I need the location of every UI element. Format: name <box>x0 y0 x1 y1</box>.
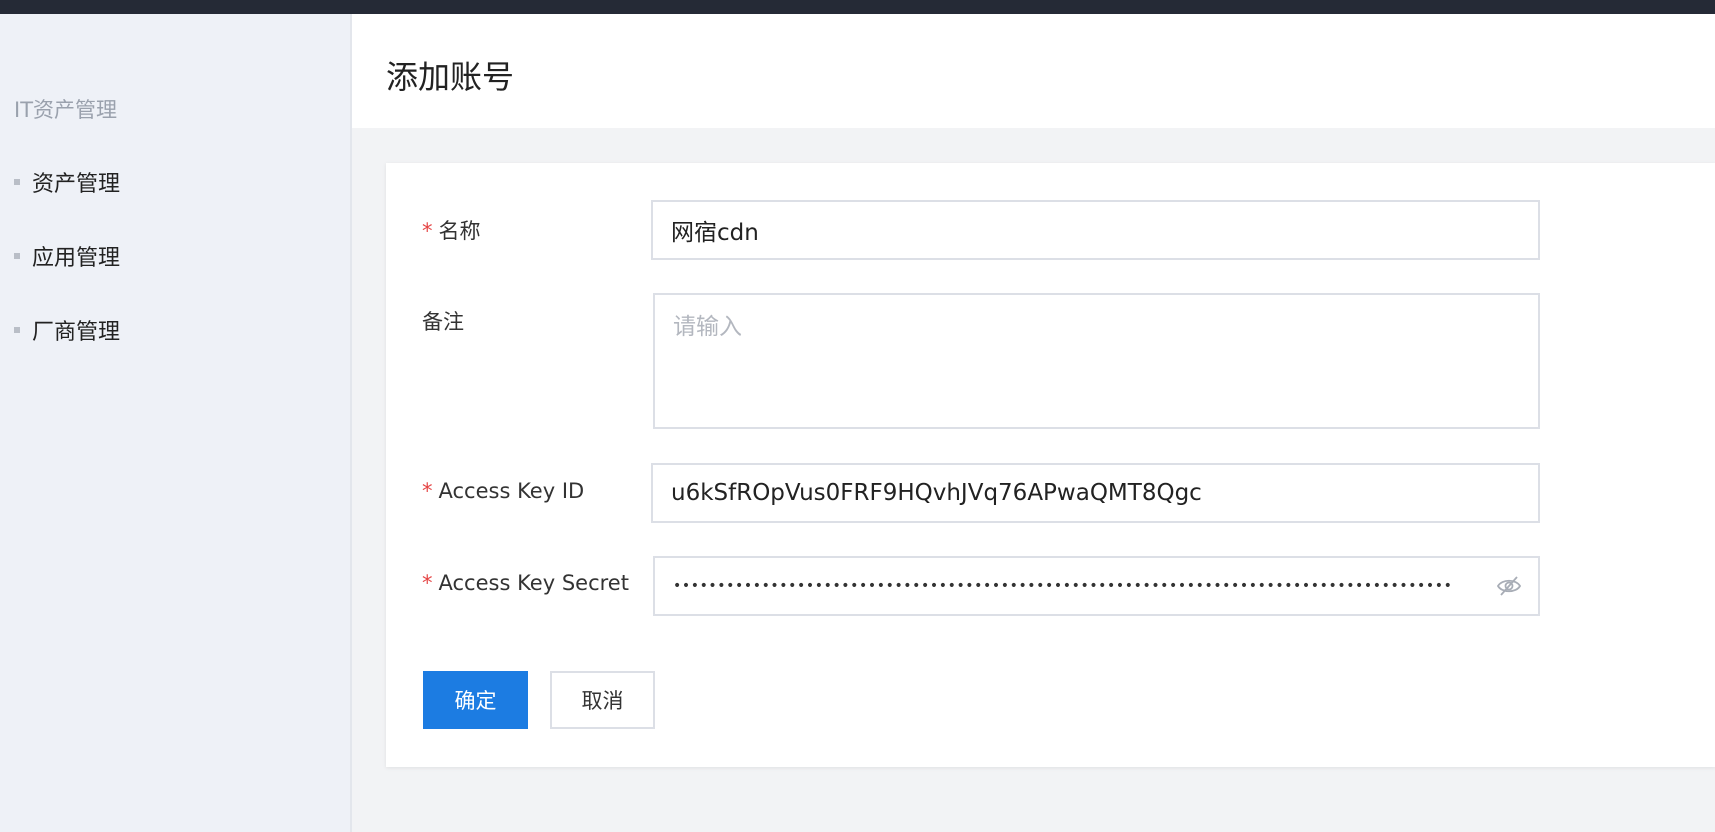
remark-placeholder: 请输入 <box>673 314 742 340</box>
confirm-button[interactable]: 确定 <box>423 671 528 729</box>
top-bar <box>0 0 1715 14</box>
access-key-secret-value: ••••••••••••••••••••••••••••••••••••••••… <box>673 578 1453 594</box>
cancel-button[interactable]: 取消 <box>550 671 655 729</box>
access-key-secret-input[interactable]: ••••••••••••••••••••••••••••••••••••••••… <box>653 556 1540 616</box>
remark-textarea[interactable]: 请输入 <box>653 293 1540 429</box>
eye-hidden-icon[interactable] <box>1496 575 1522 597</box>
access-key-id-input[interactable]: u6kSfROpVus0FRF9HQvhJVq76APwaQMT8Qgc <box>651 463 1540 523</box>
sidebar-item-vendor-management[interactable]: 厂商管理 <box>14 314 120 346</box>
remark-label: 备注 <box>422 310 464 334</box>
required-mark: * <box>422 571 433 595</box>
sidebar-item-label: 资产管理 <box>32 172 121 197</box>
page-title: 添加账号 <box>386 58 515 96</box>
bullet-icon <box>14 179 20 185</box>
name-label: * 名称 <box>422 219 481 243</box>
sidebar-item-label: 应用管理 <box>32 246 121 271</box>
form-card: * 名称 网宿cdn 备注 请输入 * Access Key ID u6kSfROp… <box>386 163 1715 767</box>
bullet-icon <box>14 253 20 259</box>
sidebar-item-label: 厂商管理 <box>32 320 121 345</box>
page-header: 添加账号 <box>352 14 1715 128</box>
required-mark: * <box>422 479 433 503</box>
access-key-id-label: * Access Key ID <box>422 479 585 503</box>
name-input[interactable]: 网宿cdn <box>651 200 1540 260</box>
bullet-icon <box>14 327 20 333</box>
access-key-secret-label: * Access Key Secret <box>422 571 629 595</box>
name-input-value: 网宿cdn <box>671 220 759 246</box>
sidebar-item-app-management[interactable]: 应用管理 <box>14 240 120 272</box>
required-mark: * <box>422 219 433 243</box>
sidebar: IT资产管理 资产管理 应用管理 厂商管理 <box>0 14 352 832</box>
sidebar-item-asset-management[interactable]: 资产管理 <box>14 166 120 198</box>
access-key-id-value: u6kSfROpVus0FRF9HQvhJVq76APwaQMT8Qgc <box>671 480 1202 506</box>
sidebar-title: IT资产管理 <box>14 98 118 122</box>
